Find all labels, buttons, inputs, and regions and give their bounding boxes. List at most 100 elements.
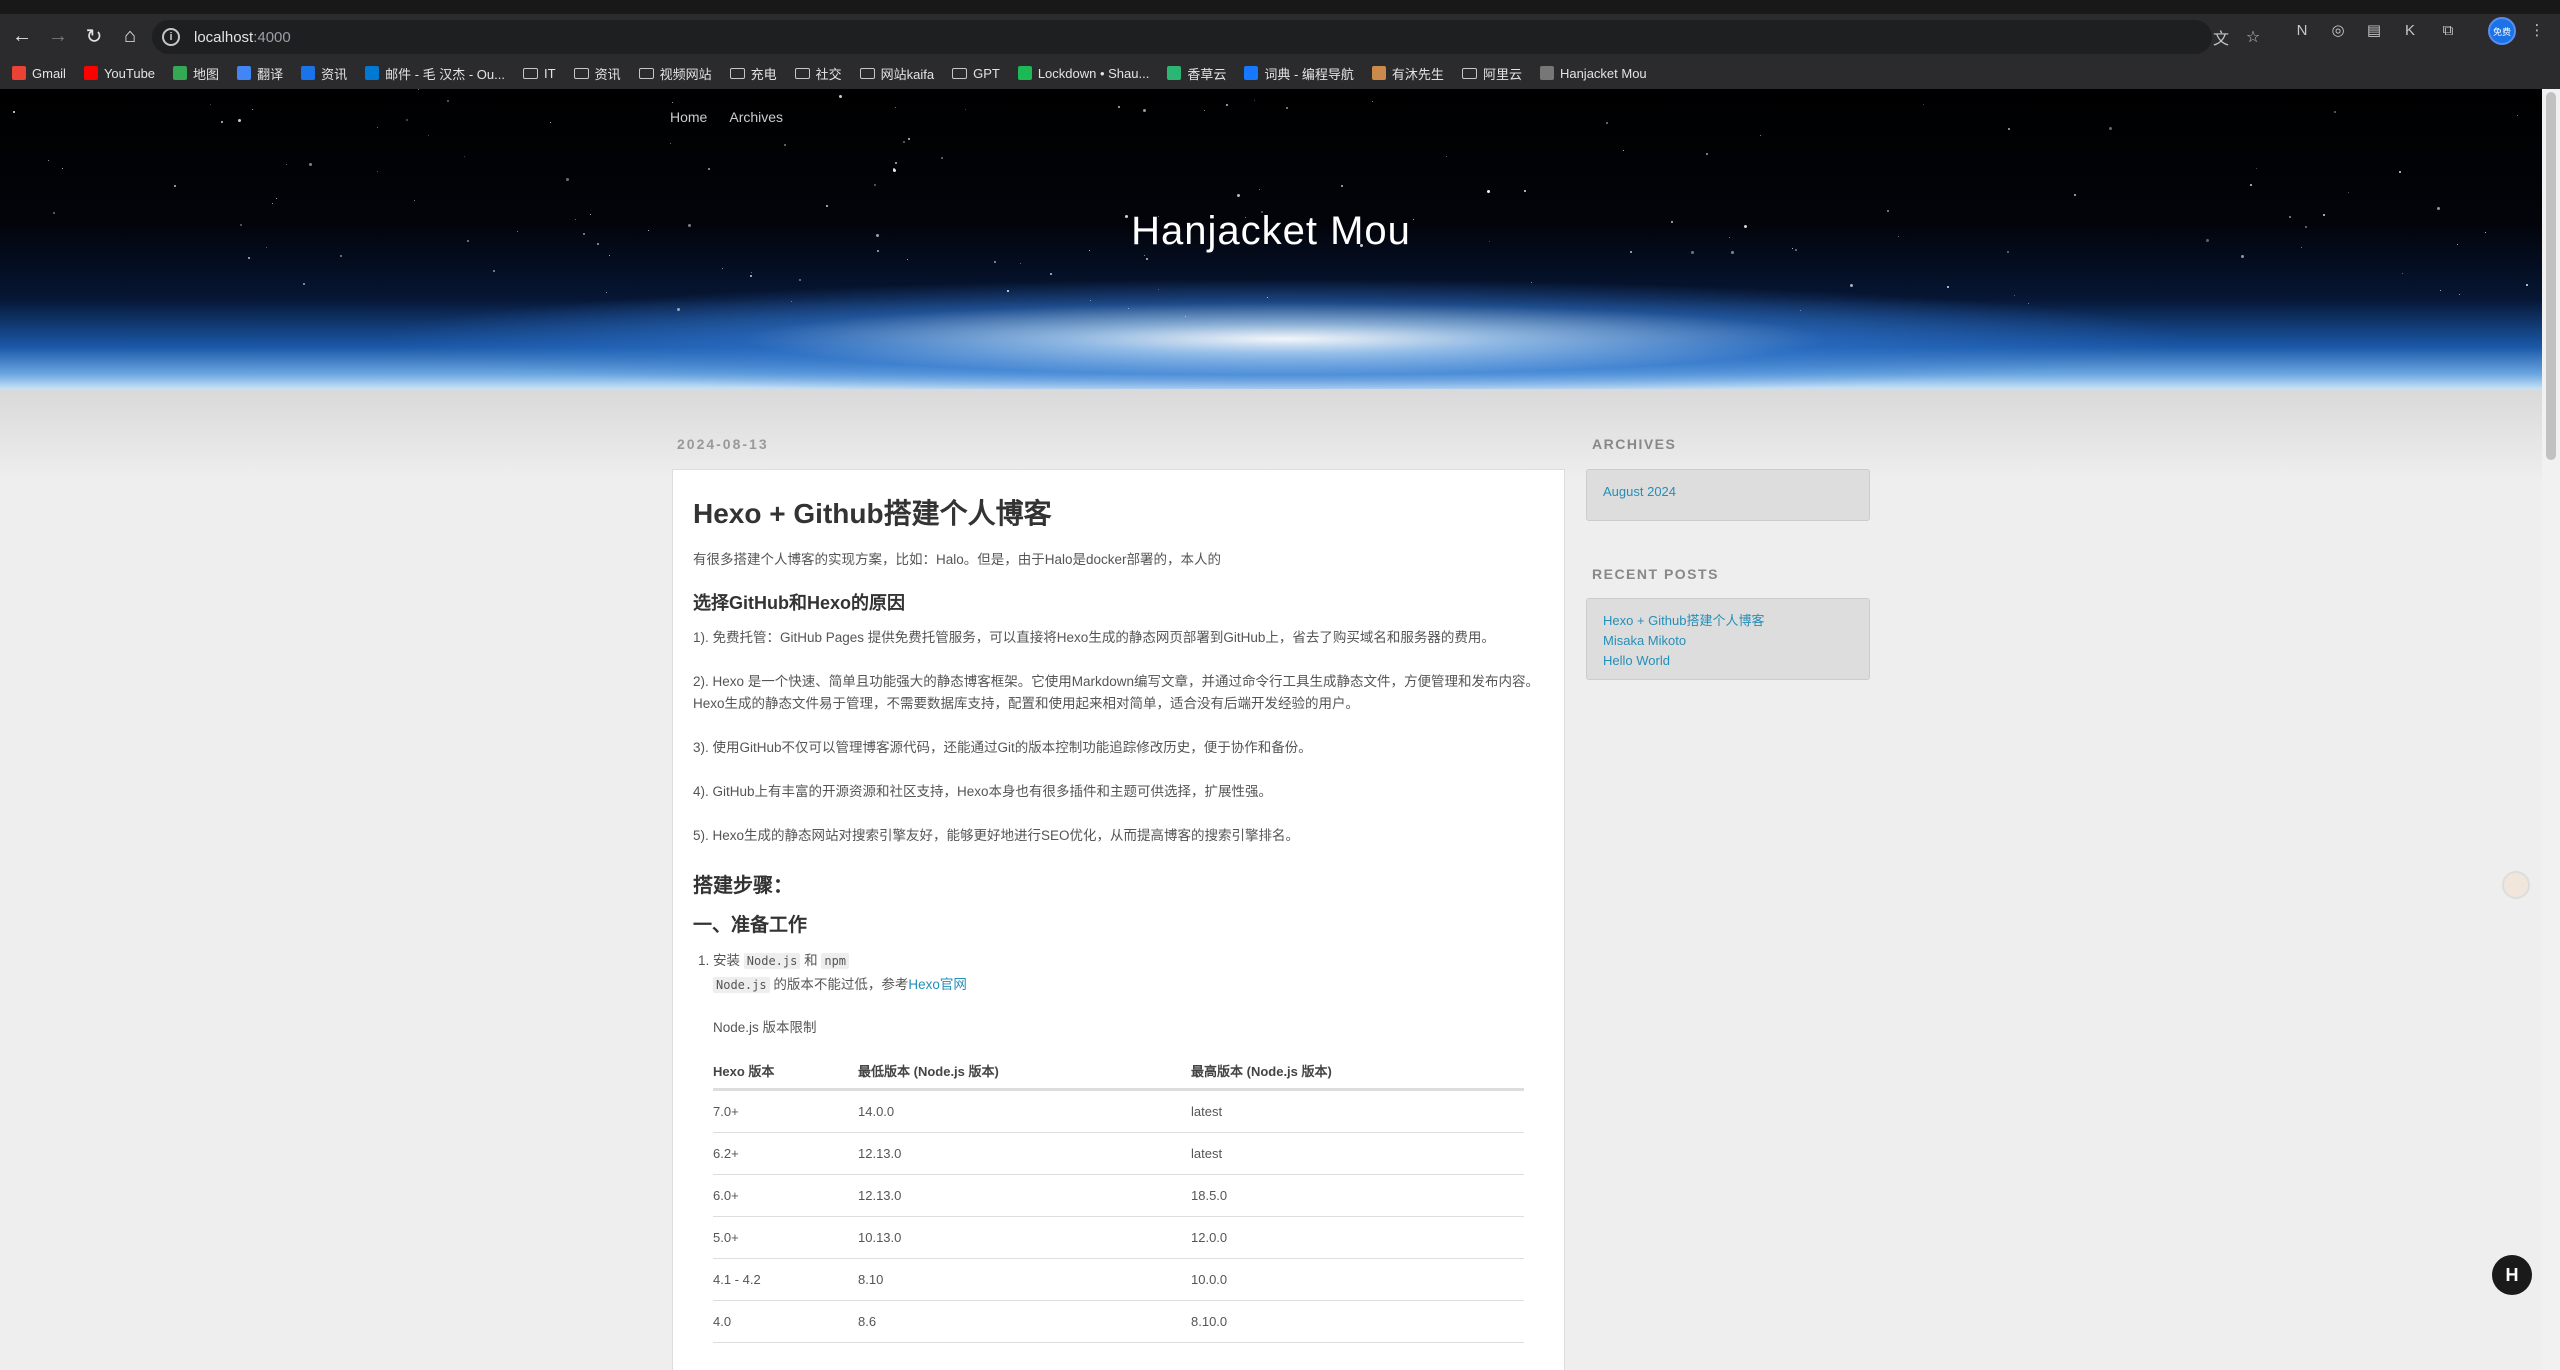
star-decoration [907,259,908,260]
article-card: Hexo + Github搭建个人博客 有很多搭建个人博客的实现方案，比如：Ha… [672,469,1565,1370]
address-bar[interactable]: i localhost:4000 文 ☆ [152,20,2260,54]
prep-list: 安装 Node.js 和 npm Node.js 的版本不能过低，参考Hexo官… [713,949,1544,997]
extension-reader-icon[interactable]: ▤ [2363,19,2385,41]
recent-post-link[interactable]: Hexo + Github搭建个人博客 [1603,611,1853,631]
bookmark-item[interactable]: IT [523,66,556,81]
youtube-icon [83,66,98,80]
archives-heading: ARCHIVES [1592,436,1677,452]
star-decoration [62,168,63,169]
star-decoration [1125,215,1128,218]
heading-reasons: 选择GitHub和Hexo的原因 [693,593,906,613]
post-title[interactable]: Hexo + Github搭建个人博客 [693,492,1544,532]
star-decoration [238,119,241,122]
url-text[interactable]: localhost:4000 [194,29,291,46]
star-decoration [1372,101,1373,102]
spotify-icon [1017,66,1032,80]
bookmark-item[interactable]: YouTube [83,66,155,81]
table-row: 6.0+ 12.13.0 18.5.0 [713,1174,1524,1217]
star-decoration [1128,308,1129,309]
table-cell: 4.0 [713,1300,858,1343]
star-decoration [670,143,671,144]
browser-chrome: ← → ↻ ⌂ i localhost:4000 文 ☆ N ◎ ▤ K ⧉ 免… [0,0,2560,89]
page-scrollbar[interactable] [2542,89,2560,1370]
reason-3: 3). 使用GitHub不仅可以管理博客源代码，还能通过Git的版本控制功能追踪… [693,740,1312,755]
hexo-official-link[interactable]: Hexo官网 [908,977,967,992]
star-decoration [708,168,710,170]
star-decoration [1760,135,1761,136]
star-decoration [744,117,745,118]
bookmark-item[interactable]: 邮件 - 毛 汉杰 - Ou... [365,64,505,83]
translate-page-icon[interactable]: 文 [2210,26,2232,48]
bookmark-star-icon[interactable]: ☆ [2242,26,2264,48]
reload-icon[interactable]: ↻ [76,19,112,55]
star-decoration [1671,221,1673,223]
site-info-icon[interactable]: i [162,28,180,46]
menu-kebab-icon[interactable]: ⋮ [2526,19,2548,41]
star-decoration [1158,216,1159,217]
star-decoration [1267,297,1268,298]
recent-post-link[interactable]: Misaka Mikoto [1603,631,1853,651]
table-cell: 18.5.0 [1191,1174,1524,1217]
bookmark-item[interactable]: GPT [952,66,1000,81]
star-decoration [2402,273,2403,274]
star-decoration [893,168,895,170]
bookmark-item[interactable]: 翻译 [237,64,283,83]
live2d-avatar-icon[interactable] [2502,871,2530,899]
bookmark-item[interactable]: 词典 - 编程导航 [1244,64,1354,83]
reason-4: 4). GitHub上有丰富的开源资源和社区支持，Hexo本身也有很多插件和主题… [693,784,1273,799]
bookmark-label: GPT [973,65,1000,81]
home-icon[interactable]: ⌂ [112,19,148,55]
bookmark-label: 视频网站 [659,66,712,82]
recent-post-link[interactable]: Hello World [1603,651,1853,671]
bookmark-item[interactable]: 资讯 [573,64,621,83]
extension-k-icon[interactable]: K [2399,19,2421,41]
scrollbar-thumb[interactable] [2546,92,2556,460]
bookmark-item[interactable]: 视频网站 [638,64,712,83]
star-decoration [750,275,752,277]
bookmark-item[interactable]: Hanjacket Mou [1539,66,1647,81]
bookmark-item[interactable]: 资讯 [301,64,347,83]
star-decoration [464,156,465,157]
star-decoration [1923,104,1924,105]
profile-avatar[interactable]: 免费 [2488,17,2516,45]
bookmark-item[interactable]: 充电 [729,64,777,83]
star-decoration [672,102,673,103]
bookmark-item[interactable]: 香草云 [1167,64,1226,83]
bookmark-item[interactable]: 社交 [794,64,842,83]
site-title[interactable]: Hanjacket Mou [0,209,2542,254]
extension-notion-icon[interactable]: N [2291,19,2313,41]
star-decoration [2305,226,2307,228]
back-icon[interactable]: ← [4,19,40,55]
star-decoration [1158,289,1159,290]
bookmark-item[interactable]: Lockdown • Shau... [1017,66,1149,81]
extensions-puzzle-icon[interactable]: ⧉ [2437,19,2459,41]
post-date[interactable]: 2024-08-13 [677,436,769,452]
table-row: 5.0+ 10.13.0 12.0.0 [713,1216,1524,1259]
star-decoration [2007,251,2009,253]
main-nav: Home Archives [670,109,805,125]
folder-icon [638,67,654,79]
star-decoration [1144,255,1145,256]
star-decoration [1706,153,1708,155]
star-decoration [210,104,211,105]
star-decoration [876,234,879,237]
extension-openai-icon[interactable]: ◎ [2327,19,2349,41]
bookmark-item[interactable]: 地图 [173,64,219,83]
bookmark-label: 词典 - 编程导航 [1264,66,1354,82]
bookmark-label: 地图 [193,66,220,82]
star-decoration [266,247,267,248]
forward-icon[interactable]: → [40,19,76,55]
archive-link[interactable]: August 2024 [1603,482,1853,502]
blog-page: Home Archives Hanjacket Mou 2024-08-13 H… [0,89,2560,1370]
bookmark-item[interactable]: 网站kaifa [859,64,934,83]
star-decoration [839,95,842,98]
bookmark-item[interactable]: Gmail [12,66,66,81]
star-decoration [48,160,49,161]
nav-archives[interactable]: Archives [729,109,783,125]
globe-icon [1539,66,1554,80]
nav-home[interactable]: Home [670,109,707,125]
bookmark-item[interactable]: 有沐先生 [1371,64,1444,83]
hexo-button[interactable]: H [2492,1255,2532,1295]
bookmark-item[interactable]: 阿里云 [1461,64,1522,83]
star-decoration [1185,316,1186,317]
